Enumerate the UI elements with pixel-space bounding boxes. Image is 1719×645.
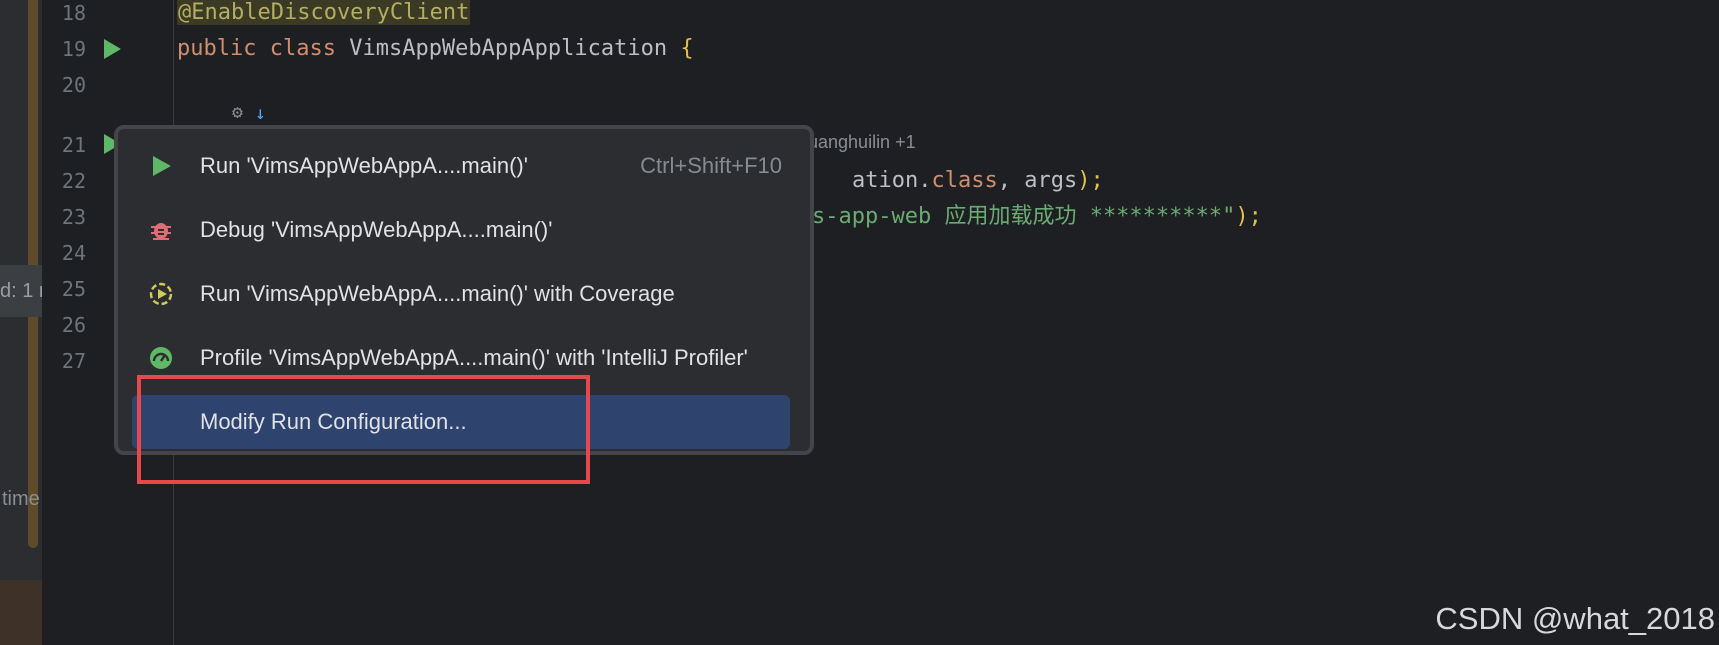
keyword: class bbox=[269, 36, 336, 61]
arrow-down-icon: ↓ bbox=[255, 103, 266, 124]
menu-item-shortcut: Ctrl+Shift+F10 bbox=[640, 153, 782, 178]
code-text: , args bbox=[997, 168, 1078, 193]
code-line-19: public class VimsAppWebAppApplication { bbox=[177, 36, 694, 62]
line-number: 19 bbox=[61, 37, 86, 61]
line-number: 25 bbox=[61, 277, 86, 301]
author-hint[interactable]: uanghuilin +1 bbox=[808, 132, 916, 153]
left-panel-footer bbox=[0, 580, 42, 645]
debug-icon bbox=[151, 223, 171, 240]
profiler-icon bbox=[150, 347, 172, 369]
class-name: VimsAppWebAppApplication bbox=[349, 36, 668, 61]
watermark: CSDN @what_2018 bbox=[1435, 601, 1715, 636]
run-gutter-icon[interactable] bbox=[104, 39, 121, 59]
code-text: ation. bbox=[852, 168, 932, 193]
highlight-box bbox=[137, 375, 590, 484]
coverage-icon bbox=[149, 282, 173, 306]
code-line-23: s-app-web 应用加载成功 **********"); bbox=[812, 204, 1262, 230]
menu-item-debug[interactable]: Debug 'VimsAppWebAppA....main()' bbox=[132, 203, 790, 257]
menu-item-coverage[interactable]: Run 'VimsAppWebAppA....main()' with Cove… bbox=[132, 267, 790, 321]
menu-item-label: Profile 'VimsAppWebAppA....main()' with … bbox=[200, 345, 748, 370]
line-number: 27 bbox=[61, 349, 86, 373]
keyword: class bbox=[931, 168, 998, 193]
inlay-hint-icon[interactable]: ⚙ bbox=[232, 102, 243, 123]
paren: ); bbox=[1235, 204, 1262, 229]
line-number: 26 bbox=[61, 313, 86, 337]
line-number: 18 bbox=[61, 1, 86, 25]
annotation: @EnableDiscoveryClient bbox=[177, 0, 471, 25]
run-icon bbox=[153, 156, 171, 176]
menu-item-run[interactable]: Run 'VimsAppWebAppA....main()' Ctrl+Shif… bbox=[132, 139, 790, 193]
brace: { bbox=[680, 36, 694, 61]
keyword: public bbox=[177, 36, 257, 61]
line-number: 20 bbox=[61, 73, 86, 97]
menu-item-label: Run 'VimsAppWebAppA....main()' with Cove… bbox=[200, 281, 675, 306]
menu-item-label: Debug 'VimsAppWebAppA....main()' bbox=[200, 217, 553, 242]
line-number: 23 bbox=[61, 205, 86, 229]
code-line-22: ation.class, args); bbox=[852, 168, 1104, 194]
left-panel-tab[interactable]: d: 1 r bbox=[0, 265, 42, 317]
line-number: 22 bbox=[61, 169, 86, 193]
menu-item-label: Run 'VimsAppWebAppA....main()' bbox=[200, 153, 528, 178]
line-number: 21 bbox=[61, 133, 86, 157]
code-line-18: @EnableDiscoveryClient bbox=[177, 0, 471, 26]
line-number: 24 bbox=[61, 241, 86, 265]
left-panel-time-label: time bbox=[2, 488, 40, 510]
string-literal: s-app-web 应用加载成功 **********" bbox=[812, 204, 1236, 229]
paren: ); bbox=[1077, 168, 1104, 193]
